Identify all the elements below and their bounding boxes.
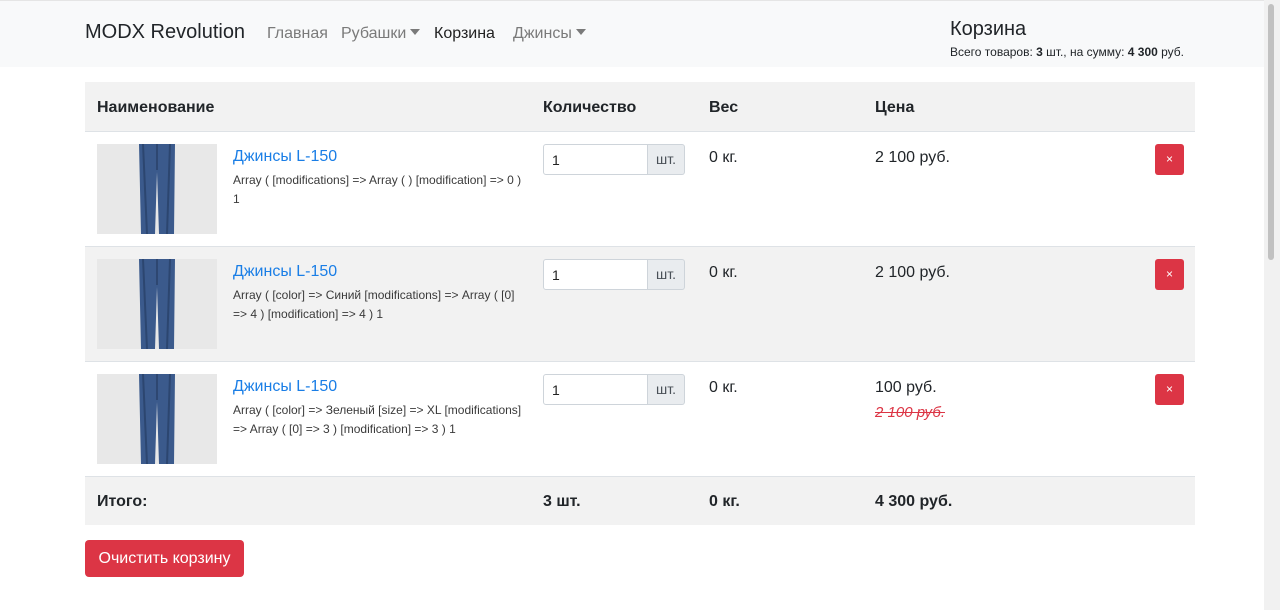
mini-cart-title: Корзина — [950, 18, 1027, 40]
item-weight: 0 кг. — [709, 379, 738, 396]
chevron-down-icon — [575, 29, 586, 35]
mini-cart-summary-suffix: руб. — [1157, 45, 1185, 59]
footer-qty: 3 шт. — [543, 493, 581, 510]
clear-cart-button[interactable]: Очистить корзину — [85, 540, 244, 577]
product-link[interactable]: Джинсы L-150 — [233, 378, 337, 396]
table-row: Джинсы L-150 Array ( [color] => Синий [m… — [85, 247, 1195, 362]
quantity-group: шт. — [543, 144, 685, 175]
brand-link[interactable]: MODX Revolution — [85, 21, 245, 44]
product-options: Array ( [color] => Синий [modifications]… — [233, 288, 515, 321]
item-price: 100 руб. — [875, 379, 937, 396]
header-price: Цена — [875, 99, 915, 116]
navbar: MODX Revolution Главная Рубашки Корзина … — [0, 0, 1264, 67]
product-options: Array ( [color] => Зеленый [size] => XL … — [233, 403, 522, 436]
table-header: Наименование Количество Вес Цена — [85, 82, 1195, 132]
jeans-image — [97, 259, 217, 349]
quantity-unit: шт. — [648, 259, 685, 290]
table-footer: Итого: 3 шт. 0 кг. 4 300 руб. — [85, 477, 1195, 525]
header-qty: Количество — [543, 99, 637, 116]
footer-label: Итого: — [97, 493, 148, 510]
quantity-input[interactable] — [543, 259, 648, 290]
scrollbar[interactable] — [1264, 0, 1280, 610]
product-link[interactable]: Джинсы L-150 — [233, 263, 337, 281]
product-image[interactable] — [97, 144, 217, 234]
item-price: 2 100 руб. — [875, 264, 950, 281]
jeans-image — [97, 374, 217, 464]
close-icon: × — [1165, 382, 1173, 396]
close-icon: × — [1165, 267, 1173, 281]
mini-cart-total: 4 300 — [1127, 45, 1158, 59]
footer-weight: 0 кг. — [709, 493, 740, 510]
quantity-input[interactable] — [543, 374, 648, 405]
remove-item-button[interactable]: × — [1155, 144, 1184, 175]
item-price: 2 100 руб. — [875, 149, 950, 166]
product-image[interactable] — [97, 259, 217, 349]
product-options: Array ( [modifications] => Array ( ) [mo… — [233, 173, 522, 206]
quantity-unit: шт. — [648, 144, 685, 175]
item-weight: 0 кг. — [709, 149, 738, 166]
nav-item-cart[interactable]: Корзина — [434, 25, 495, 43]
item-old-price: 2 100 руб. — [875, 404, 945, 421]
mini-cart-summary-prefix: Всего товаров: — [950, 45, 1037, 59]
product-image[interactable] — [97, 374, 217, 464]
nav-item-jeans[interactable]: Джинсы — [513, 25, 586, 43]
product-link[interactable]: Джинсы L-150 — [233, 148, 337, 166]
nav-item-shirts-label: Рубашки — [341, 25, 407, 42]
quantity-input[interactable] — [543, 144, 648, 175]
mini-cart-count: 3 — [1036, 45, 1043, 59]
mini-cart: Корзина Всего товаров: 3 шт., на сумму: … — [950, 18, 1184, 59]
header-weight: Вес — [709, 99, 739, 116]
remove-item-button[interactable]: × — [1155, 259, 1184, 290]
nav-item-shirts[interactable]: Рубашки — [341, 25, 421, 43]
header-name: Наименование — [97, 99, 215, 116]
jeans-image — [97, 144, 217, 234]
nav-item-jeans-label: Джинсы — [513, 25, 572, 42]
scrollbar-thumb[interactable] — [1268, 4, 1274, 260]
mini-cart-summary: Всего товаров: 3 шт., на сумму: 4 300 ру… — [950, 45, 1184, 59]
quantity-group: шт. — [543, 374, 685, 405]
quantity-unit: шт. — [648, 374, 685, 405]
cart-table: Наименование Количество Вес Цена Джинсы … — [85, 82, 1195, 525]
table-row: Джинсы L-150 Array ( [modifications] => … — [85, 132, 1195, 247]
close-icon: × — [1165, 152, 1173, 166]
remove-item-button[interactable]: × — [1155, 374, 1184, 405]
mini-cart-summary-mid: шт., на сумму: — [1042, 45, 1128, 59]
chevron-down-icon — [410, 29, 421, 35]
nav-item-home[interactable]: Главная — [267, 25, 328, 43]
table-row: Джинсы L-150 Array ( [color] => Зеленый … — [85, 362, 1195, 477]
item-weight: 0 кг. — [709, 264, 738, 281]
footer-price: 4 300 руб. — [875, 493, 953, 510]
quantity-group: шт. — [543, 259, 685, 290]
